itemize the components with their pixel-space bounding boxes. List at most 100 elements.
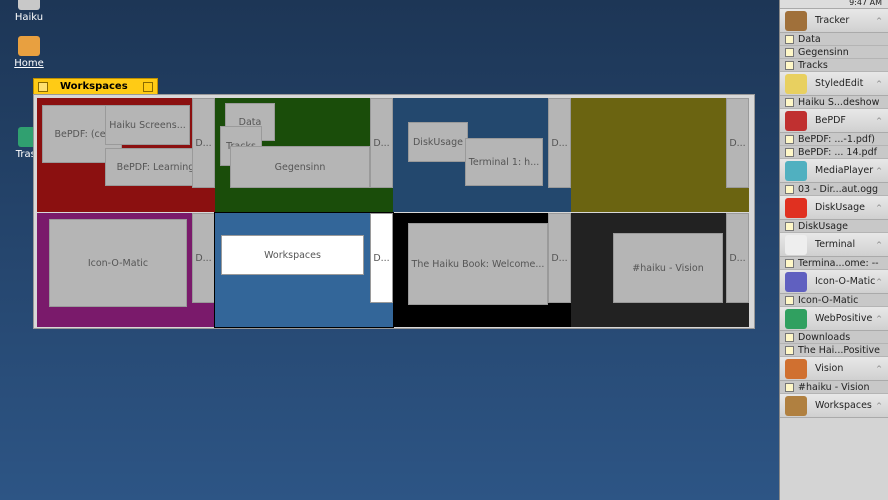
- app-icon: [785, 197, 807, 218]
- deskbar-window-item[interactable]: Icon-O-Matic: [780, 294, 888, 307]
- zoom-button[interactable]: [143, 82, 153, 92]
- app-icon: [785, 10, 807, 31]
- deskbar-app-diskusage[interactable]: DiskUsage ^: [780, 196, 888, 220]
- app-icon: [785, 308, 807, 329]
- deskbar-window-item[interactable]: Gegensinn: [780, 46, 888, 59]
- window-icon: [785, 221, 794, 231]
- window-title: D...: [195, 137, 212, 149]
- deskbar-app-tracker[interactable]: Tracker ^: [780, 9, 888, 33]
- window-preview[interactable]: Icon-O-Matic: [49, 219, 187, 307]
- deskbar-window-item[interactable]: The Hai...Positive: [780, 344, 888, 357]
- app-name: Terminal: [815, 239, 856, 250]
- deskbar: 9:47 AM Tracker ^ Data Gegensinn Tracks Style…: [779, 0, 888, 500]
- window-icon: [785, 382, 794, 392]
- deskbar-window-item[interactable]: Data: [780, 33, 888, 46]
- deskbar-app-mediaplayer[interactable]: MediaPlayer ^: [780, 159, 888, 183]
- window-title: D...: [373, 137, 390, 149]
- app-name: DiskUsage: [815, 202, 866, 213]
- collapse-arrow-icon[interactable]: ^: [876, 17, 882, 25]
- deskbar-app-terminal[interactable]: Terminal ^: [780, 233, 888, 257]
- window-icon: [785, 184, 794, 194]
- deskbar-window-item[interactable]: Termina...ome: --: [780, 257, 888, 270]
- window-label: Termina...ome: --: [798, 257, 879, 269]
- collapse-arrow-icon[interactable]: ^: [876, 278, 882, 286]
- window-preview[interactable]: D...: [370, 213, 393, 303]
- window-preview[interactable]: D...: [548, 98, 571, 188]
- window-preview[interactable]: Gegensinn: [230, 146, 370, 188]
- collapse-arrow-icon[interactable]: ^: [876, 167, 882, 175]
- window-label: 03 - Dir...aut.ogg: [798, 183, 879, 195]
- window-preview[interactable]: D...: [370, 98, 393, 188]
- app-name: BePDF: [815, 115, 846, 126]
- deskbar-window-item[interactable]: Tracks: [780, 59, 888, 72]
- deskbar-app-stylededit[interactable]: StyledEdit ^: [780, 72, 888, 96]
- workspace-1[interactable]: BePDF: (cer Haiku Screens... BePDF: Learni…: [37, 98, 215, 212]
- collapse-arrow-icon[interactable]: ^: [876, 402, 882, 410]
- window-title: Haiku Screens...: [109, 119, 186, 131]
- collapse-arrow-icon[interactable]: ^: [876, 80, 882, 88]
- window-label: Gegensinn: [798, 46, 849, 58]
- app-name: Workspaces: [815, 400, 872, 411]
- app-icon: [785, 160, 807, 181]
- workspaces-grid: BePDF: (cer Haiku Screens... BePDF: Learni…: [33, 94, 755, 329]
- window-icon: [785, 134, 794, 144]
- workspace-5[interactable]: Icon-O-Matic D...: [37, 213, 215, 327]
- collapse-arrow-icon[interactable]: ^: [876, 204, 882, 212]
- workspace-8[interactable]: #haiku - Vision D...: [571, 213, 749, 327]
- workspaces-window-tab[interactable]: Workspaces: [33, 78, 158, 95]
- app-name: Icon-O-Matic: [815, 276, 876, 287]
- window-label: BePDF: ... 14.pdf: [798, 146, 877, 158]
- window-preview[interactable]: The Haiku Book: Welcome...: [408, 223, 548, 305]
- window-preview[interactable]: D...: [192, 98, 215, 188]
- window-preview[interactable]: D...: [548, 213, 571, 303]
- window-title: D...: [373, 252, 390, 264]
- workspace-3[interactable]: DiskUsage Terminal 1: h... D...: [393, 98, 571, 212]
- desktop-icon-haiku[interactable]: Haiku: [4, 0, 54, 23]
- workspace-7[interactable]: The Haiku Book: Welcome... D...: [393, 213, 571, 327]
- window-label: Tracks: [798, 59, 828, 71]
- desktop-icon-home[interactable]: Home: [4, 36, 54, 69]
- collapse-arrow-icon[interactable]: ^: [876, 365, 882, 373]
- deskbar-window-item[interactable]: BePDF: ...-1.pdf): [780, 133, 888, 146]
- window-label: Icon-O-Matic: [798, 294, 859, 306]
- icon-label: Home: [14, 58, 44, 69]
- deskbar-window-item[interactable]: Downloads: [780, 331, 888, 344]
- window-label: BePDF: ...-1.pdf): [798, 133, 876, 145]
- window-title: BePDF: (cer: [54, 128, 110, 140]
- deskbar-window-item[interactable]: DiskUsage: [780, 220, 888, 233]
- deskbar-window-item[interactable]: #haiku - Vision: [780, 381, 888, 394]
- window-preview[interactable]: D...: [726, 213, 749, 303]
- app-icon: [785, 395, 807, 416]
- window-preview[interactable]: Terminal 1: h...: [465, 138, 543, 186]
- window-preview[interactable]: Haiku Screens...: [105, 105, 190, 145]
- workspace-6[interactable]: Workspaces D...: [214, 212, 394, 328]
- deskbar-app-webpositive[interactable]: WebPositive ^: [780, 307, 888, 331]
- window-preview[interactable]: Workspaces: [221, 235, 364, 275]
- deskbar-app-workspaces[interactable]: Workspaces ^: [780, 394, 888, 418]
- app-name: WebPositive: [815, 313, 873, 324]
- window-preview[interactable]: DiskUsage: [408, 122, 468, 162]
- deskbar-app-vision[interactable]: Vision ^: [780, 357, 888, 381]
- window-title: D...: [195, 252, 212, 264]
- deskbar-window-item[interactable]: 03 - Dir...aut.ogg: [780, 183, 888, 196]
- deskbar-app-icon-o-matic[interactable]: Icon-O-Matic ^: [780, 270, 888, 294]
- window-title: DiskUsage: [412, 136, 463, 148]
- app-icon: [785, 358, 807, 379]
- window-title: The Haiku Book: Welcome...: [411, 258, 545, 270]
- workspace-2[interactable]: DataTracksGegensinnD...: [215, 98, 393, 212]
- window-label: Downloads: [798, 331, 851, 343]
- deskbar-window-item[interactable]: Haiku S...deshow: [780, 96, 888, 109]
- window-icon: [785, 97, 794, 107]
- collapse-arrow-icon[interactable]: ^: [876, 315, 882, 323]
- window-preview[interactable]: D...: [726, 98, 749, 188]
- close-button[interactable]: [38, 82, 48, 92]
- workspace-4[interactable]: D...: [571, 98, 749, 212]
- clock[interactable]: 9:47 AM: [780, 0, 888, 9]
- deskbar-app-bepdf[interactable]: BePDF ^: [780, 109, 888, 133]
- collapse-arrow-icon[interactable]: ^: [876, 117, 882, 125]
- window-icon: [785, 60, 794, 70]
- collapse-arrow-icon[interactable]: ^: [876, 241, 882, 249]
- window-preview[interactable]: #haiku - Vision: [613, 233, 723, 303]
- deskbar-window-item[interactable]: BePDF: ... 14.pdf: [780, 146, 888, 159]
- window-preview[interactable]: D...: [192, 213, 215, 303]
